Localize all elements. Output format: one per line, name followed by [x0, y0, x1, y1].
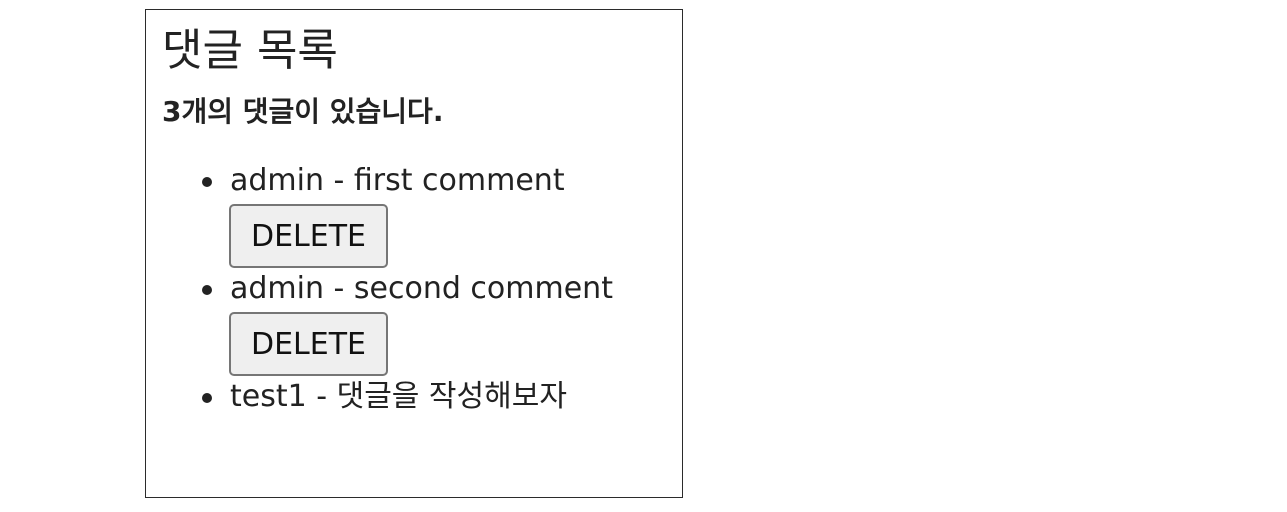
comment-count: 3개의 댓글이 있습니다.: [162, 95, 444, 128]
comment-list: admin - first comment DELETE admin - sec…: [162, 162, 682, 416]
delete-button[interactable]: DELETE: [229, 312, 388, 376]
bullet-icon: [202, 177, 212, 187]
list-item: admin - second comment DELETE: [202, 270, 682, 376]
page-title: 댓글 목록: [162, 25, 338, 76]
list-item: test1 - 댓글을 작성해보자: [202, 378, 682, 416]
comment-text: test1 - 댓글을 작성해보자: [230, 379, 567, 414]
comment-text: admin - second comment: [230, 271, 613, 306]
comment-text: admin - first comment: [230, 163, 565, 198]
list-item: admin - first comment DELETE: [202, 162, 682, 268]
bullet-icon: [202, 285, 212, 295]
delete-button[interactable]: DELETE: [229, 204, 388, 268]
bullet-icon: [202, 393, 212, 403]
comment-panel: 댓글 목록 3개의 댓글이 있습니다. admin - first commen…: [145, 9, 683, 498]
